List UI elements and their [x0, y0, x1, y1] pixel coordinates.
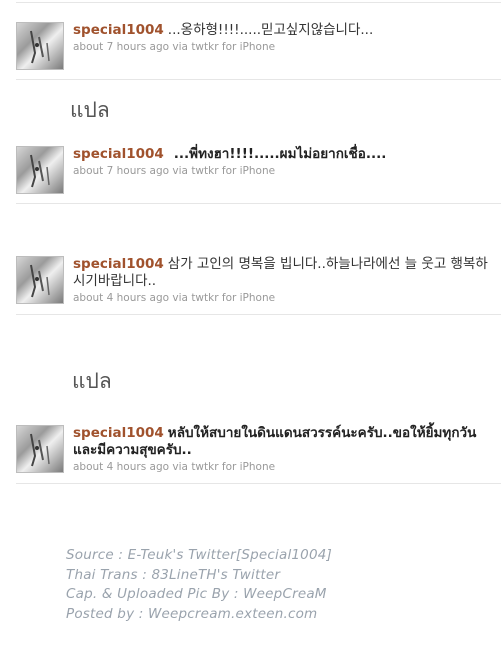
username-link[interactable]: special1004 — [73, 22, 164, 38]
timestamp-link[interactable]: about 4 hours ago — [73, 461, 169, 473]
via-label: via — [172, 292, 188, 304]
credit-translation: Thai Trans : 83LineTH's Twitter — [66, 566, 281, 583]
tweet-meta: about 4 hours ago via twtkr for iPhone — [73, 461, 493, 473]
username-link[interactable]: special1004 — [73, 425, 164, 441]
tweet-meta: about 7 hours ago via twtkr for iPhone — [73, 41, 493, 53]
separator — [16, 483, 501, 484]
via-label: via — [172, 461, 188, 473]
avatar[interactable] — [16, 425, 64, 473]
tweet-status: special1004 หลับให้สบายในดินแดนสวรรค์นะคร… — [73, 425, 493, 459]
credits-block: Source : E-Teuk's Twitter[Special1004] T… — [66, 546, 332, 624]
tweet-status: special1004 삼가 고인의 명복을 빕니다..하늘나라에선 늘 웃고 행… — [73, 256, 493, 290]
avatar[interactable] — [16, 256, 64, 304]
avatar[interactable] — [16, 22, 64, 70]
via-label: via — [172, 41, 188, 53]
credit-posted-by: Posted by : Weepcream.exteen.com — [66, 605, 318, 622]
timestamp-link[interactable]: about 7 hours ago — [73, 165, 169, 177]
via-label: via — [172, 165, 188, 177]
avatar-image — [30, 30, 50, 64]
separator — [16, 314, 501, 315]
client-link[interactable]: twtkr for iPhone — [191, 41, 275, 53]
tweet-meta: about 7 hours ago via twtkr for iPhone — [73, 165, 493, 177]
tweet-status: special1004 ...옹하형!!!!.....믿고싶지않습니다... — [73, 22, 493, 39]
translate-label: แปล — [72, 369, 112, 393]
client-link[interactable]: twtkr for iPhone — [191, 461, 275, 473]
client-link[interactable]: twtkr for iPhone — [191, 292, 275, 304]
separator — [16, 79, 501, 80]
avatar-image — [30, 433, 50, 467]
timestamp-link[interactable]: about 7 hours ago — [73, 41, 169, 53]
tweet-meta: about 4 hours ago via twtkr for iPhone — [73, 292, 493, 304]
client-link[interactable]: twtkr for iPhone — [191, 165, 275, 177]
separator — [16, 203, 501, 204]
tweet-text: ...พี่ทงฮา!!!!.....ผมไม่อยากเชื่อ.... — [173, 146, 387, 162]
username-link[interactable]: special1004 — [73, 256, 164, 272]
avatar-image — [30, 154, 50, 188]
translate-label: แปล — [70, 98, 110, 122]
timestamp-link[interactable]: about 4 hours ago — [73, 292, 169, 304]
username-link[interactable]: special1004 — [73, 146, 164, 162]
avatar-image — [30, 264, 50, 298]
tweet-text: ...옹하형!!!!.....믿고싶지않습니다... — [167, 22, 374, 38]
credit-source: Source : E-Teuk's Twitter[Special1004] — [66, 547, 333, 563]
separator — [16, 2, 501, 3]
avatar[interactable] — [16, 146, 64, 194]
credit-capture: Cap. & Uploaded Pic By : WeepCreaM — [66, 586, 327, 602]
tweet-status: special1004 ...พี่ทงฮา!!!!.....ผมไม่อยากเ… — [73, 146, 493, 163]
